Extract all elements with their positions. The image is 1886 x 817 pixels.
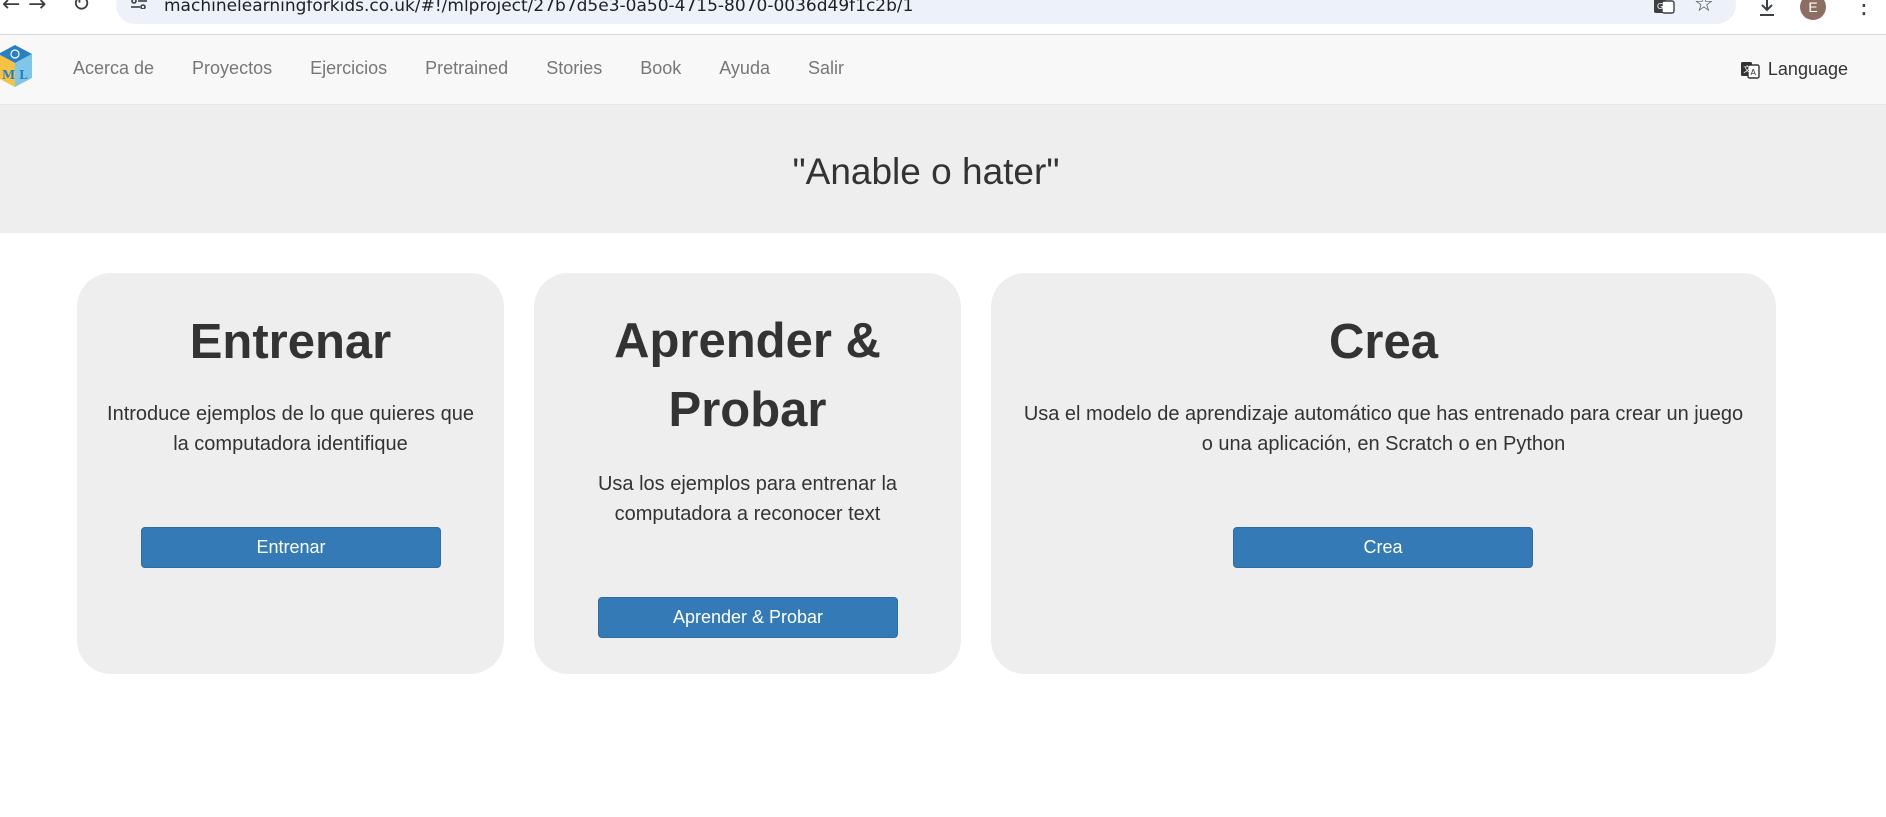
train-button[interactable]: Entrenar	[141, 527, 441, 568]
svg-text:L: L	[19, 68, 28, 82]
language-menu[interactable]: 文 A Language	[1740, 35, 1848, 104]
profile-avatar[interactable]: E	[1800, 0, 1826, 20]
reload-icon[interactable]: ↻	[72, 0, 90, 17]
learn-test-card-title: Aprender & Probar	[614, 314, 881, 437]
train-card: Entrenar Introduce ejemplos de lo que qu…	[77, 273, 504, 674]
menu-kebab-icon[interactable]: ⋮	[1852, 0, 1876, 19]
site-navbar: M L Acerca de Proyectos Ejercicios Pretr…	[0, 35, 1886, 105]
make-card-title: Crea	[1329, 315, 1438, 369]
svg-text:G: G	[1657, 2, 1663, 11]
train-card-title: Entrenar	[189, 315, 392, 369]
nav-links: Acerca de Proyectos Ejercicios Pretraine…	[54, 35, 863, 104]
learn-test-button[interactable]: Aprender & Probar	[598, 597, 898, 638]
nav-link-stories[interactable]: Stories	[527, 35, 621, 104]
download-icon[interactable]	[1755, 0, 1779, 20]
site-info-icon[interactable]	[130, 0, 148, 9]
make-card: Crea Usa el modelo de aprendizaje automá…	[991, 273, 1776, 674]
translate-icon[interactable]: G	[1653, 0, 1675, 14]
nav-link-pretrained[interactable]: Pretrained	[406, 35, 527, 104]
project-header: "Anable o hater"	[0, 105, 1886, 233]
browser-toolbar: ← → ↻ machinelearningforkids.co.uk/#!/ml…	[0, 0, 1886, 35]
nav-link-help[interactable]: Ayuda	[700, 35, 789, 104]
bookmark-star-icon[interactable]: ☆	[1694, 0, 1714, 17]
nav-link-worksheets[interactable]: Ejercicios	[291, 35, 406, 104]
nav-link-logout[interactable]: Salir	[789, 35, 863, 104]
make-card-description: Usa el modelo de aprendizaje automático …	[1023, 403, 1744, 455]
language-icon: 文 A	[1740, 61, 1760, 79]
nav-link-projects[interactable]: Proyectos	[173, 35, 291, 104]
learn-test-card: Aprender & Probar Usa los ejemplos para …	[534, 273, 961, 674]
learn-test-card-description: Usa los ejemplos para entrenar la comput…	[597, 473, 898, 525]
ml-logo-icon[interactable]: M L	[0, 43, 34, 91]
svg-text:M: M	[2, 68, 15, 82]
language-label: Language	[1767, 59, 1848, 79]
nav-link-about[interactable]: Acerca de	[54, 35, 173, 104]
project-title: "Anable o hater"	[792, 151, 1060, 192]
nav-link-book[interactable]: Book	[621, 35, 700, 104]
make-button[interactable]: Crea	[1233, 527, 1533, 568]
url-text[interactable]: machinelearningforkids.co.uk/#!/mlprojec…	[164, 0, 913, 16]
back-icon[interactable]: ←	[2, 0, 20, 17]
address-bar[interactable]: machinelearningforkids.co.uk/#!/mlprojec…	[116, 0, 1736, 24]
train-card-description: Introduce ejemplos de lo que quieres que…	[107, 403, 474, 455]
forward-icon[interactable]: →	[28, 0, 46, 17]
svg-text:A: A	[1750, 68, 1756, 77]
